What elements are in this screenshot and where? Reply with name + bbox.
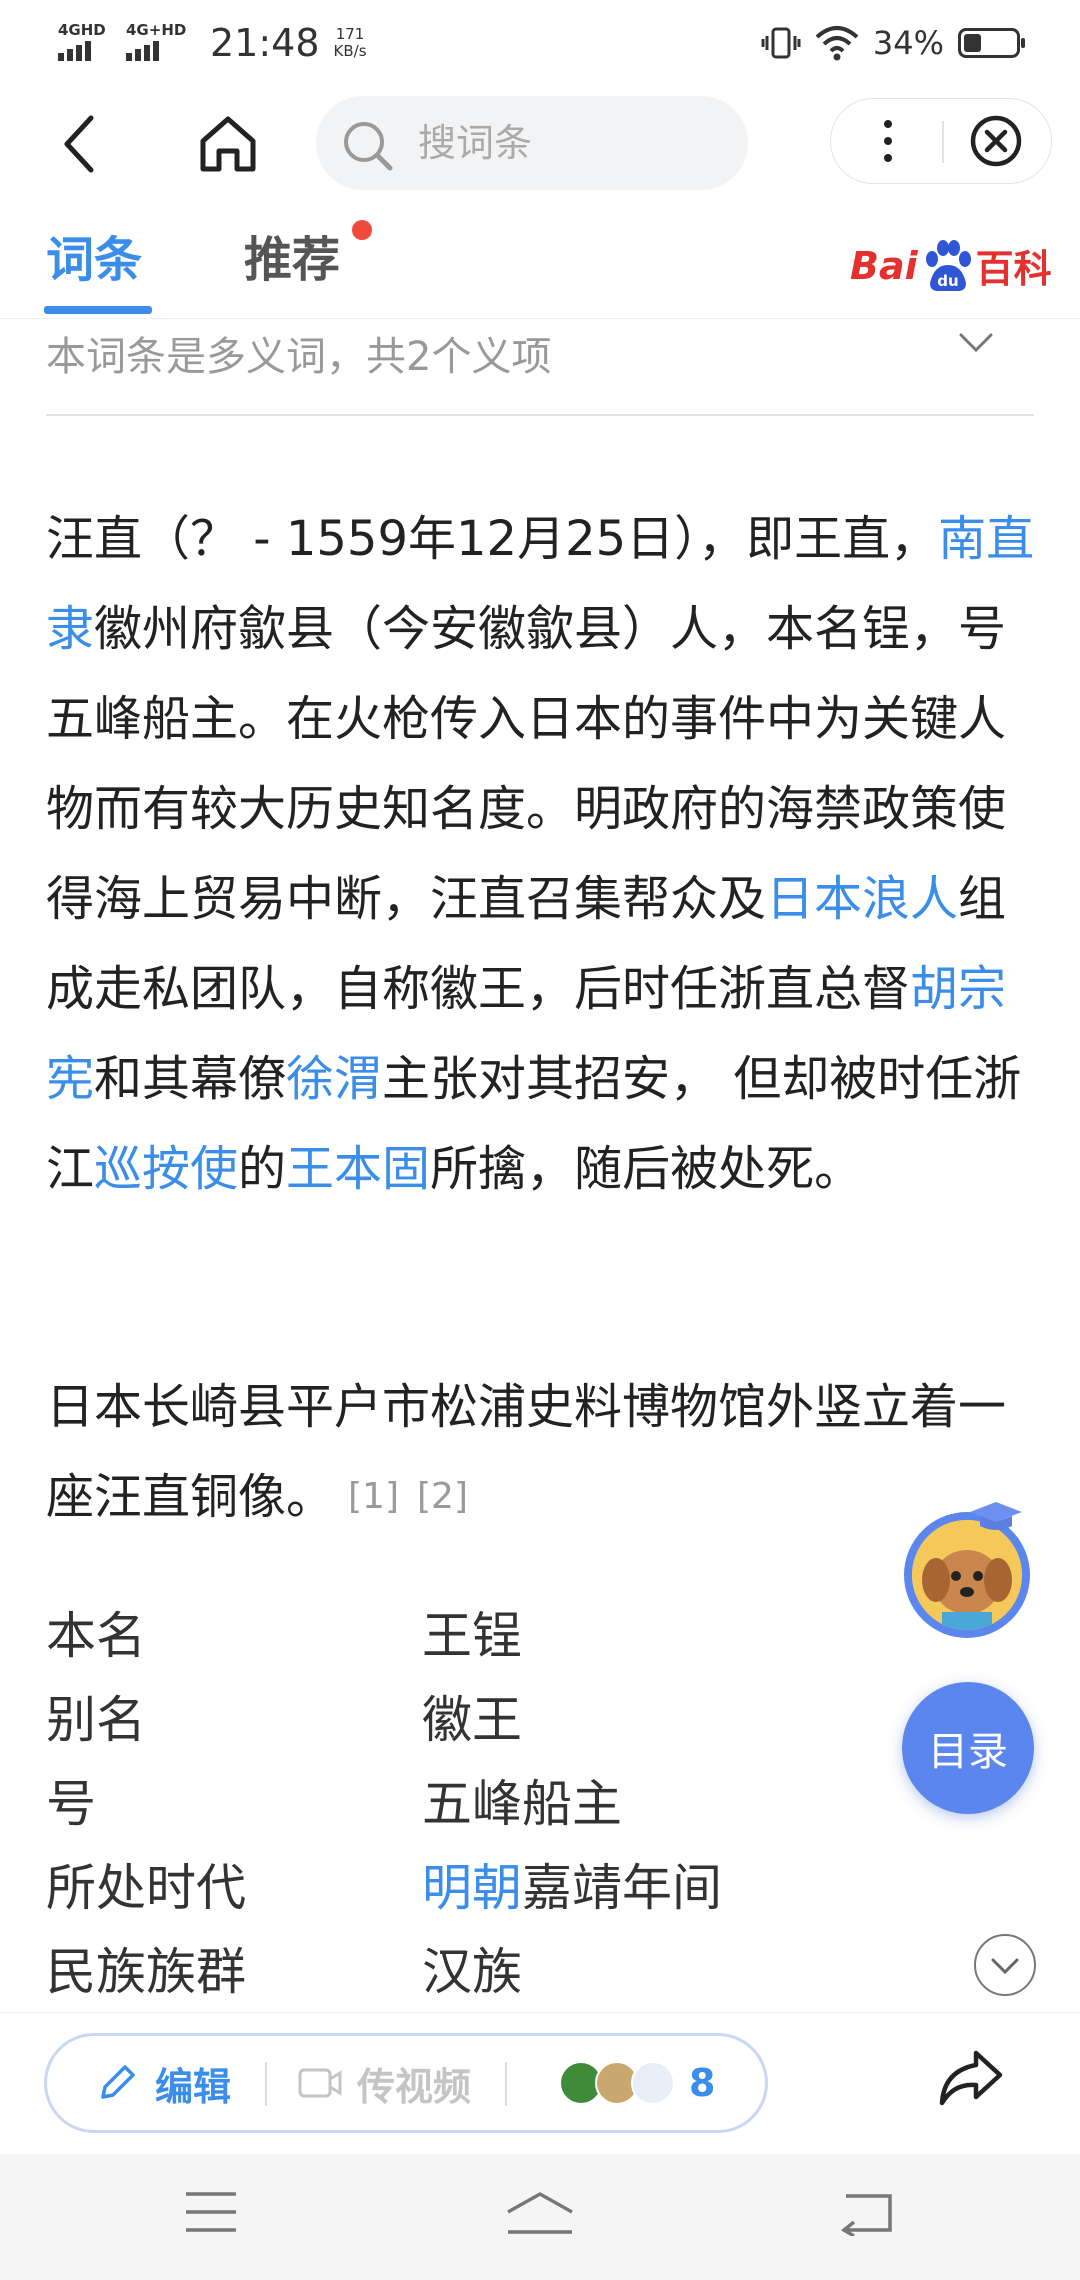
more-vertical-icon — [884, 120, 892, 162]
info-value: 汉族 — [422, 1943, 522, 2001]
paw-icon: du — [920, 239, 974, 293]
search-icon — [344, 122, 393, 171]
info-row: 号 五峰船主 — [46, 1756, 846, 1840]
graduation-cap-icon — [970, 1502, 1022, 1530]
close-button[interactable] — [959, 105, 1033, 177]
text: 的 — [238, 1141, 287, 1197]
info-row: 本名 王锃 — [46, 1588, 846, 1672]
signal-icon-2: 4G+HD — [126, 21, 187, 65]
info-key: 本名 — [46, 1607, 146, 1665]
pencil-icon — [101, 2065, 135, 2099]
tab-bar: 词条 推荐 Bai du 百科 — [0, 202, 1080, 319]
sim1-label: 4GHD — [58, 21, 106, 39]
text: 所擒，随后被处死。 — [430, 1141, 863, 1197]
polysemy-bar[interactable]: 本词条是多义词，共2个义项 — [46, 318, 1034, 416]
status-left: 4GHD 4G+HD 21:48 171 KB/s — [58, 18, 367, 68]
chevron-down-icon[interactable] — [958, 332, 994, 354]
close-circle-icon — [970, 115, 1022, 167]
network-speed: 171 KB/s — [334, 26, 367, 60]
share-button[interactable] — [936, 2047, 1006, 2113]
text: 汪直（？ - 1559年12月25日），即王直， — [46, 511, 939, 567]
home-nav-icon — [507, 2192, 573, 2234]
clock: 21:48 — [210, 21, 320, 65]
basic-info-table: 本名 王锃 别名 徽王 号 五峰船主 所处时代 明朝嘉靖年间 民族族群 汉族 — [46, 1588, 846, 2008]
text: 日本长崎县平户市松浦史料博物馆外竖立着一座汪直铜像。 — [46, 1379, 1007, 1525]
status-bar: 4GHD 4G+HD 21:48 171 KB/s 34% — [0, 0, 1080, 86]
signal-icon: 4GHD — [58, 21, 106, 65]
link-ming-dynasty[interactable]: 明朝 — [422, 1859, 522, 1917]
status-right: 34% — [761, 20, 1025, 66]
tab-entry[interactable]: 词条 — [46, 220, 142, 290]
home-button[interactable] — [192, 104, 264, 184]
link-xu-wei[interactable]: 徐渭 — [286, 1051, 382, 1107]
bottom-action-bar: 编辑 传视频 8 — [0, 2012, 1080, 2155]
upload-video-button[interactable]: 传视频 — [297, 2036, 471, 2130]
more-button[interactable] — [851, 105, 925, 177]
toc-button[interactable]: 目录 — [902, 1682, 1034, 1814]
battery-icon — [958, 28, 1025, 58]
expand-button[interactable] — [974, 1934, 1036, 1996]
home-nav-button[interactable] — [504, 2190, 576, 2242]
reference-2[interactable]: [2] — [417, 1476, 468, 1517]
search-box[interactable] — [316, 96, 748, 190]
sim2-label: 4G+HD — [126, 21, 187, 39]
video-label: 传视频 — [357, 2064, 472, 2109]
info-row: 所处时代 明朝嘉靖年间 — [46, 1840, 846, 1924]
home-icon — [200, 116, 256, 172]
info-row: 民族族群 汉族 — [46, 1924, 846, 2008]
link-wang-bengu[interactable]: 王本固 — [286, 1141, 430, 1197]
info-key: 所处时代 — [46, 1859, 246, 1917]
notification-dot — [352, 220, 372, 240]
back-nav-button[interactable] — [840, 2190, 896, 2240]
article-paragraph-1: 汪直（？ - 1559年12月25日），即王直，南直隶徽州府歙县（今安徽歙县）人… — [46, 494, 1036, 1214]
info-value-text: 嘉靖年间 — [522, 1859, 722, 1917]
reference-1[interactable]: [1] — [348, 1476, 399, 1517]
back-nav-icon — [840, 2194, 892, 2238]
logo-baike: 百科 — [975, 247, 1052, 291]
menu-button[interactable] — [184, 2190, 238, 2238]
tab-recommend[interactable]: 推荐 — [244, 220, 340, 290]
system-nav-bar — [0, 2154, 1080, 2280]
info-key: 别名 — [46, 1691, 146, 1749]
logo-bai: Bai — [850, 243, 918, 288]
contributor-avatar — [631, 2061, 675, 2105]
info-key: 民族族群 — [46, 1943, 246, 2001]
speed-unit: KB/s — [333, 42, 367, 60]
contributors-button[interactable]: 8 — [559, 2036, 715, 2130]
link-japanese-ronin[interactable]: 日本浪人 — [766, 871, 958, 927]
baidu-baike-logo: Bai du 百科 — [850, 238, 1052, 293]
info-key: 号 — [46, 1775, 96, 1833]
top-nav — [0, 86, 1080, 202]
video-camera-icon — [298, 2068, 342, 2098]
battery-percent: 34% — [872, 24, 944, 62]
text: 和其幕僚 — [94, 1051, 287, 1107]
edit-button[interactable]: 编辑 — [95, 2036, 231, 2130]
info-value: 明朝嘉靖年间 — [422, 1848, 722, 1920]
article-paragraph-2: 日本长崎县平户市松浦史料博物馆外竖立着一座汪直铜像。 [1] [2] — [46, 1362, 1036, 1542]
info-value: 徽王 — [422, 1691, 522, 1749]
edit-label: 编辑 — [155, 2064, 232, 2109]
vibrate-icon — [761, 27, 801, 59]
search-input[interactable] — [416, 116, 720, 170]
info-value: 五峰船主 — [422, 1775, 622, 1833]
back-icon — [64, 115, 94, 173]
active-tab-indicator — [44, 306, 152, 314]
wifi-icon — [815, 26, 859, 61]
assistant-avatar-button[interactable] — [904, 1502, 1030, 1638]
chevron-down-icon — [991, 1958, 1019, 1975]
action-pill: 编辑 传视频 8 — [44, 2033, 768, 2133]
share-icon — [939, 2050, 1003, 2106]
link-xunanshi[interactable]: 巡按使 — [94, 1141, 238, 1197]
menu-icon — [186, 2192, 236, 2232]
back-button[interactable] — [44, 104, 114, 184]
info-row: 别名 徽王 — [46, 1672, 846, 1756]
polysemy-text: 本词条是多义词，共2个义项 — [46, 334, 552, 380]
speed-value: 171 — [335, 25, 365, 43]
contributors-count: 8 — [689, 2061, 716, 2105]
info-value: 王锃 — [422, 1607, 522, 1665]
battery-fill — [964, 34, 981, 52]
logo-du: du — [937, 272, 958, 290]
mini-menu-capsule — [830, 98, 1052, 184]
